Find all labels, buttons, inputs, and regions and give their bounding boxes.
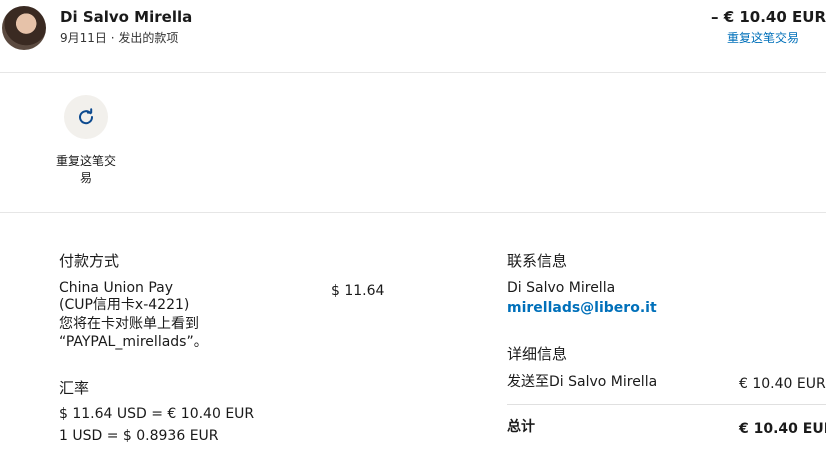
total-amount: € 10.40 EUR	[739, 421, 826, 437]
exchange-rate-line: $ 11.64 USD = € 10.40 EUR	[59, 406, 255, 422]
details-divider	[507, 404, 826, 405]
payment-method-title: 付款方式	[59, 252, 120, 270]
contact-info-title: 联系信息	[507, 252, 568, 270]
recipient-name: Di Salvo Mirella	[60, 8, 193, 26]
divider	[0, 72, 826, 73]
payment-method-line: (CUP信用卡x-4221)	[59, 297, 190, 313]
contact-name: Di Salvo Mirella	[507, 280, 616, 296]
payment-method-note: 您将在卡对账单上看到	[59, 316, 199, 332]
transaction-header: Di Salvo Mirella 9月11日 · 发出的款项 – € 10.40…	[0, 0, 826, 72]
refresh-icon	[79, 108, 94, 125]
transaction-amount: – € 10.40 EUR	[710, 8, 826, 26]
exchange-rate-title: 汇率	[59, 379, 90, 397]
exchange-rate-line: 1 USD = $ 0.8936 EUR	[59, 428, 219, 444]
payment-method-note: “PAYPAL_mirellads”。	[59, 334, 208, 350]
divider	[0, 212, 826, 213]
details-title: 详细信息	[507, 345, 568, 363]
repeat-transaction-button[interactable]	[64, 95, 108, 139]
contact-email-link[interactable]: mirellads@libero.it	[507, 300, 657, 316]
repeat-transaction-label: 重复这笔交 易	[55, 154, 116, 185]
details-recipient-amount: € 10.40 EUR	[739, 376, 826, 392]
details-recipient-label: 发送至Di Salvo Mirella	[507, 374, 658, 390]
transaction-date-type: 9月11日 · 发出的款项	[60, 31, 179, 45]
repeat-transaction-action[interactable]: 重复这笔交 易	[50, 95, 122, 187]
repeat-transaction-link[interactable]: 重复这笔交易	[727, 29, 799, 46]
payment-amount: $ 11.64	[331, 283, 385, 299]
payment-method-line: China Union Pay	[59, 280, 174, 296]
avatar	[2, 6, 46, 50]
total-label: 总计	[507, 419, 535, 435]
